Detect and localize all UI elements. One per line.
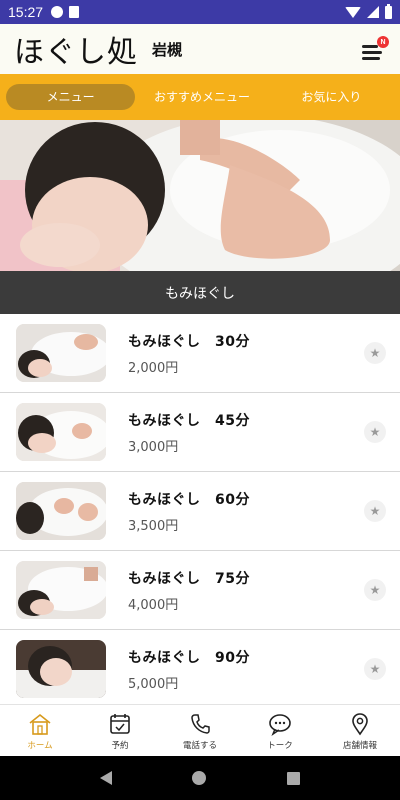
chat-icon bbox=[269, 713, 291, 736]
tab-recommended[interactable]: おすすめメニュー bbox=[137, 84, 266, 110]
menu-item-thumbnail bbox=[16, 324, 106, 382]
favorite-star-button[interactable]: ★ bbox=[364, 342, 386, 364]
menu-item-price: 2,000円 bbox=[128, 360, 179, 376]
nav-call-label: 電話する bbox=[182, 740, 217, 751]
tab-favorites[interactable]: お気に入り bbox=[267, 84, 396, 110]
nav-store-info-label: 店舗情報 bbox=[342, 740, 377, 751]
menu-list: もみほぐし 30分 2,000円 ★ もみほぐし 45分 3,000円 ★ もみ… bbox=[0, 314, 400, 704]
menu-item[interactable]: もみほぐし 60分 3,500円 ★ bbox=[0, 472, 400, 551]
nav-reservation-label: 予約 bbox=[111, 740, 129, 751]
status-bar: 15:27 bbox=[0, 0, 400, 24]
menu-item-name: もみほぐし 75分 bbox=[128, 570, 250, 587]
nav-reservation[interactable]: 予約 bbox=[80, 705, 160, 756]
menu-item-name: もみほぐし 45分 bbox=[128, 412, 250, 429]
menu-item-thumbnail bbox=[16, 561, 106, 619]
app-header: ほぐし処 岩槻 N bbox=[0, 24, 400, 74]
battery-icon bbox=[385, 3, 392, 19]
sd-card-icon bbox=[69, 6, 80, 18]
favorite-star-button[interactable]: ★ bbox=[364, 579, 386, 601]
system-home-icon[interactable] bbox=[192, 771, 207, 785]
hamburger-menu-button[interactable]: N bbox=[360, 36, 389, 60]
favorite-star-button[interactable]: ★ bbox=[364, 421, 386, 443]
store-name: 岩槻 bbox=[152, 40, 183, 59]
menu-line bbox=[362, 57, 380, 60]
favorite-star-button[interactable]: ★ bbox=[364, 500, 386, 522]
bottom-navigation: ホーム 予約 電話する トーク 店舗情報 bbox=[0, 704, 400, 756]
notification-badge: N bbox=[377, 36, 389, 48]
back-icon[interactable] bbox=[100, 771, 113, 785]
menu-item-name: もみほぐし 60分 bbox=[128, 491, 250, 508]
wifi-icon bbox=[345, 6, 361, 18]
nav-store-info[interactable]: 店舗情報 bbox=[320, 705, 400, 756]
menu-line bbox=[362, 51, 382, 54]
menu-item-thumbnail bbox=[16, 640, 106, 698]
menu-item-price: 3,500円 bbox=[128, 518, 179, 534]
category-tabs: メニュー おすすめメニュー お気に入り bbox=[0, 74, 400, 120]
phone-icon bbox=[191, 713, 210, 734]
status-time: 15:27 bbox=[8, 4, 44, 20]
menu-item-price: 3,000円 bbox=[128, 439, 179, 455]
massage-photo bbox=[0, 120, 400, 271]
calendar-icon bbox=[110, 713, 130, 734]
menu-item-price: 4,000円 bbox=[128, 597, 179, 613]
hero-image bbox=[0, 120, 400, 271]
nav-talk-label: トーク bbox=[267, 740, 293, 751]
nav-home[interactable]: ホーム bbox=[0, 705, 80, 756]
menu-item-price: 5,000円 bbox=[128, 676, 179, 692]
home-icon bbox=[29, 713, 51, 735]
menu-item-thumbnail bbox=[16, 482, 106, 540]
menu-item-name: もみほぐし 90分 bbox=[128, 649, 250, 666]
signal-icon bbox=[367, 6, 379, 18]
map-pin-icon bbox=[352, 712, 368, 735]
tab-menu[interactable]: メニュー bbox=[6, 84, 136, 110]
menu-item[interactable]: もみほぐし 30分 2,000円 ★ bbox=[0, 314, 400, 393]
nav-talk[interactable]: トーク bbox=[240, 705, 320, 756]
favorite-star-button[interactable]: ★ bbox=[364, 658, 386, 680]
menu-item-thumbnail bbox=[16, 403, 106, 461]
hero-caption: もみほぐし bbox=[0, 271, 400, 314]
menu-item[interactable]: もみほぐし 75分 4,000円 ★ bbox=[0, 551, 400, 630]
menu-item-name: もみほぐし 30分 bbox=[128, 333, 250, 350]
recent-apps-icon[interactable] bbox=[286, 771, 300, 785]
notification-app-icon bbox=[51, 6, 64, 18]
nav-home-label: ホーム bbox=[27, 740, 53, 751]
brand-logo: ほぐし処 bbox=[14, 35, 138, 70]
menu-item[interactable]: もみほぐし 45分 3,000円 ★ bbox=[0, 393, 400, 472]
menu-item[interactable]: もみほぐし 90分 5,000円 ★ bbox=[0, 630, 400, 704]
nav-call[interactable]: 電話する bbox=[160, 705, 240, 756]
system-navigation-bar bbox=[0, 756, 400, 800]
menu-line bbox=[362, 45, 378, 48]
